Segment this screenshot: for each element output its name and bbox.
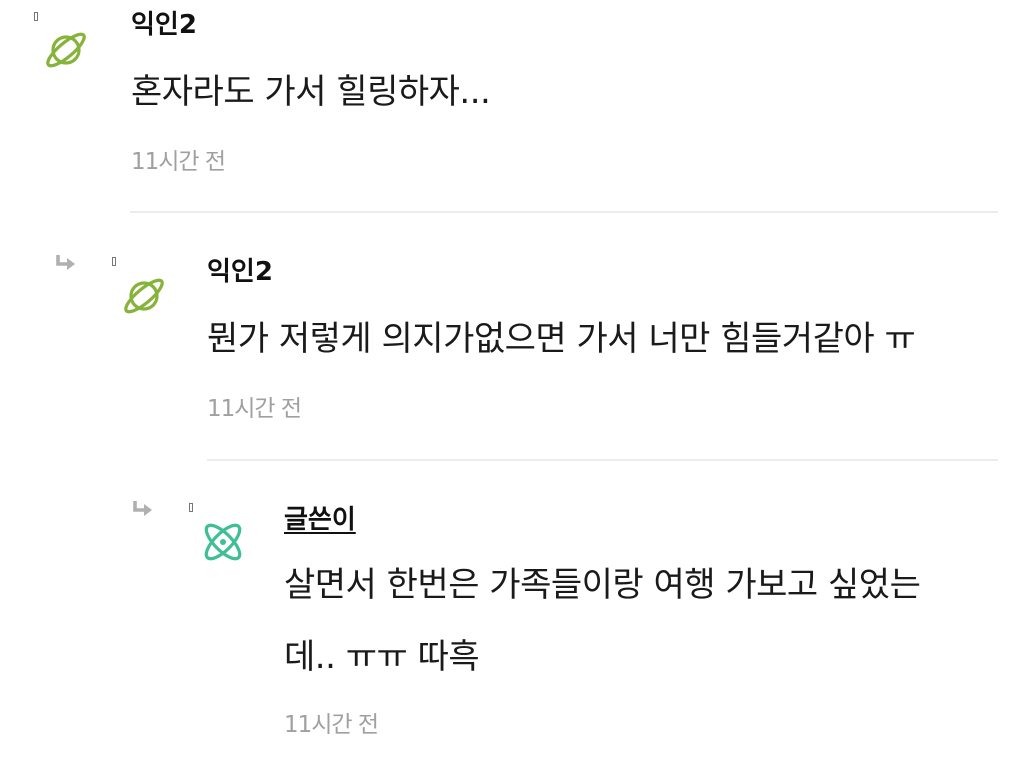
comment-item: 익인2 뭔가 저렇게 의지가없으면 가서 너만 힘들거같아 ㅠ 11시간 전	[0, 215, 1024, 463]
report-marker[interactable]	[34, 12, 38, 21]
report-marker[interactable]	[112, 257, 116, 266]
comment-text: 혼자라도 가서 힐링하자...	[131, 72, 491, 112]
reply-arrow-icon	[133, 501, 152, 516]
comment-time: 11시간 전	[131, 149, 226, 175]
comment-author-writer[interactable]: 글쓴이	[284, 505, 356, 535]
comment-time: 11시간 전	[284, 712, 379, 738]
comment-text: 뭔가 저렇게 의지가없으면 가서 너만 힘들거같아 ㅠ	[207, 319, 916, 359]
comment-divider	[207, 459, 998, 461]
comment-author[interactable]: 익인2	[207, 257, 273, 287]
comment-author[interactable]: 익인2	[131, 10, 197, 40]
comment-divider	[130, 211, 998, 213]
planet-icon[interactable]	[120, 272, 168, 320]
reply-arrow-icon	[56, 255, 75, 270]
planet-icon[interactable]	[42, 26, 90, 74]
comment-time: 11시간 전	[207, 396, 302, 422]
comment-item: 익인2 혼자라도 가서 힐링하자... 11시간 전	[0, 0, 1024, 215]
report-marker[interactable]	[189, 503, 193, 512]
atom-icon[interactable]	[199, 518, 247, 566]
comment-item: 글쓴이 살면서 한번은 가족들이랑 여행 가보고 싶었는 데.. ㅠㅠ 따흑 1…	[0, 463, 1024, 760]
comment-text: 살면서 한번은 가족들이랑 여행 가보고 싶었는 데.. ㅠㅠ 따흑	[284, 565, 921, 677]
